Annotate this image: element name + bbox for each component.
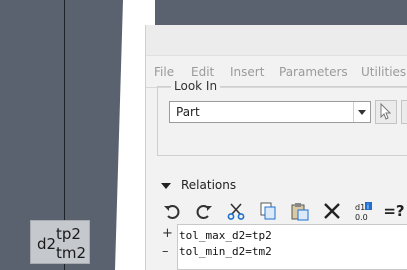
- relations-editor[interactable]: tol_max_d2=tp2 tol_min_d2=tm2: [177, 224, 407, 270]
- insert-parameter-icon[interactable]: d1 i 0.0: [352, 199, 376, 223]
- cursor-arrow-icon: [380, 102, 392, 120]
- copy-icon[interactable]: [256, 199, 280, 223]
- relation-line[interactable]: tol_min_d2=tm2: [179, 245, 272, 258]
- svg-text:0.0: 0.0: [355, 213, 368, 222]
- svg-text:d1: d1: [355, 203, 365, 212]
- menu-edit[interactable]: Edit: [191, 65, 214, 79]
- menu-utilities[interactable]: Utilities: [361, 65, 406, 79]
- menu-file[interactable]: File: [154, 65, 174, 79]
- menu-insert[interactable]: Insert: [230, 65, 264, 79]
- dimension-name: d2: [37, 235, 57, 253]
- look-in-select[interactable]: Part: [169, 101, 371, 123]
- relations-label: Relations: [181, 178, 237, 192]
- dialog-titlebar[interactable]: [146, 25, 407, 56]
- menu-parameters[interactable]: Parameters: [279, 65, 348, 79]
- chevron-down-icon[interactable]: [353, 102, 370, 122]
- svg-text:i: i: [367, 203, 369, 211]
- filter-button[interactable]: [401, 100, 407, 124]
- delete-icon[interactable]: [320, 199, 344, 223]
- look-in-label: Look In: [171, 79, 221, 93]
- dimension-lower-tolerance: tm2: [56, 244, 87, 262]
- dimension-upper-tolerance: tp2: [56, 225, 81, 243]
- relations-section-header[interactable]: Relations: [159, 178, 359, 196]
- relations-toolbar: d1 i 0.0 =?: [160, 199, 407, 223]
- undo-icon[interactable]: [160, 199, 184, 223]
- collapse-marker[interactable]: –: [162, 244, 169, 259]
- look-in-value: Part: [176, 105, 200, 119]
- cut-icon[interactable]: [224, 199, 248, 223]
- relation-line[interactable]: tol_max_d2=tp2: [179, 229, 272, 242]
- expand-marker[interactable]: +: [162, 226, 173, 241]
- dimension-annotation[interactable]: d2 tp2 tm2: [30, 220, 90, 264]
- select-from-model-button[interactable]: [375, 100, 397, 124]
- evaluate-button[interactable]: =?: [382, 199, 406, 223]
- redo-icon[interactable]: [192, 199, 216, 223]
- collapse-triangle-icon[interactable]: [161, 183, 171, 189]
- paste-icon[interactable]: [288, 199, 312, 223]
